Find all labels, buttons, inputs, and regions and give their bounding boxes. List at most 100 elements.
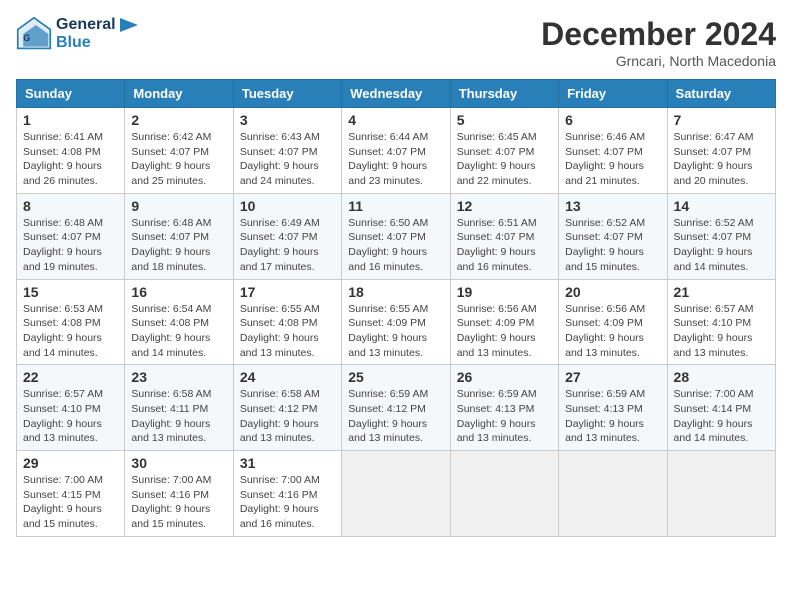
table-row: 20 Sunrise: 6:56 AMSunset: 4:09 PMDaylig… xyxy=(559,279,667,365)
table-row: 15 Sunrise: 6:53 AMSunset: 4:08 PMDaylig… xyxy=(17,279,125,365)
day-number: 11 xyxy=(348,198,443,214)
table-row: 18 Sunrise: 6:55 AMSunset: 4:09 PMDaylig… xyxy=(342,279,450,365)
day-info: Sunrise: 6:46 AMSunset: 4:07 PMDaylight:… xyxy=(565,130,660,189)
day-number: 10 xyxy=(240,198,335,214)
table-row: 11 Sunrise: 6:50 AMSunset: 4:07 PMDaylig… xyxy=(342,193,450,279)
day-number: 16 xyxy=(131,284,226,300)
day-number: 1 xyxy=(23,112,118,128)
day-info: Sunrise: 6:59 AMSunset: 4:13 PMDaylight:… xyxy=(457,387,552,446)
header-saturday: Saturday xyxy=(667,80,775,108)
day-number: 18 xyxy=(348,284,443,300)
header-friday: Friday xyxy=(559,80,667,108)
calendar-week-row: 15 Sunrise: 6:53 AMSunset: 4:08 PMDaylig… xyxy=(17,279,776,365)
table-row: 5 Sunrise: 6:45 AMSunset: 4:07 PMDayligh… xyxy=(450,108,558,194)
day-number: 4 xyxy=(348,112,443,128)
day-info: Sunrise: 7:00 AMSunset: 4:16 PMDaylight:… xyxy=(131,473,226,532)
table-row: 19 Sunrise: 6:56 AMSunset: 4:09 PMDaylig… xyxy=(450,279,558,365)
day-info: Sunrise: 6:45 AMSunset: 4:07 PMDaylight:… xyxy=(457,130,552,189)
day-number: 22 xyxy=(23,369,118,385)
table-row xyxy=(450,451,558,537)
day-info: Sunrise: 6:48 AMSunset: 4:07 PMDaylight:… xyxy=(23,216,118,275)
table-row: 25 Sunrise: 6:59 AMSunset: 4:12 PMDaylig… xyxy=(342,365,450,451)
header-wednesday: Wednesday xyxy=(342,80,450,108)
table-row: 3 Sunrise: 6:43 AMSunset: 4:07 PMDayligh… xyxy=(233,108,341,194)
day-info: Sunrise: 6:52 AMSunset: 4:07 PMDaylight:… xyxy=(565,216,660,275)
day-info: Sunrise: 6:58 AMSunset: 4:12 PMDaylight:… xyxy=(240,387,335,446)
day-number: 12 xyxy=(457,198,552,214)
table-row: 23 Sunrise: 6:58 AMSunset: 4:11 PMDaylig… xyxy=(125,365,233,451)
header-sunday: Sunday xyxy=(17,80,125,108)
day-info: Sunrise: 6:58 AMSunset: 4:11 PMDaylight:… xyxy=(131,387,226,446)
day-number: 13 xyxy=(565,198,660,214)
table-row: 24 Sunrise: 6:58 AMSunset: 4:12 PMDaylig… xyxy=(233,365,341,451)
table-row: 27 Sunrise: 6:59 AMSunset: 4:13 PMDaylig… xyxy=(559,365,667,451)
table-row: 10 Sunrise: 6:49 AMSunset: 4:07 PMDaylig… xyxy=(233,193,341,279)
table-row: 8 Sunrise: 6:48 AMSunset: 4:07 PMDayligh… xyxy=(17,193,125,279)
day-info: Sunrise: 6:55 AMSunset: 4:09 PMDaylight:… xyxy=(348,302,443,361)
day-number: 3 xyxy=(240,112,335,128)
day-number: 7 xyxy=(674,112,769,128)
day-info: Sunrise: 6:42 AMSunset: 4:07 PMDaylight:… xyxy=(131,130,226,189)
header-tuesday: Tuesday xyxy=(233,80,341,108)
svg-text:G: G xyxy=(23,33,30,43)
day-info: Sunrise: 6:55 AMSunset: 4:08 PMDaylight:… xyxy=(240,302,335,361)
calendar-week-row: 22 Sunrise: 6:57 AMSunset: 4:10 PMDaylig… xyxy=(17,365,776,451)
day-number: 31 xyxy=(240,455,335,471)
calendar-table: Sunday Monday Tuesday Wednesday Thursday… xyxy=(16,79,776,537)
day-info: Sunrise: 6:51 AMSunset: 4:07 PMDaylight:… xyxy=(457,216,552,275)
table-row: 14 Sunrise: 6:52 AMSunset: 4:07 PMDaylig… xyxy=(667,193,775,279)
day-info: Sunrise: 6:52 AMSunset: 4:07 PMDaylight:… xyxy=(674,216,769,275)
page-header: G General Blue December 2024 Grncari, No… xyxy=(16,16,776,69)
day-info: Sunrise: 7:00 AMSunset: 4:16 PMDaylight:… xyxy=(240,473,335,532)
day-number: 17 xyxy=(240,284,335,300)
day-info: Sunrise: 6:59 AMSunset: 4:12 PMDaylight:… xyxy=(348,387,443,446)
table-row: 31 Sunrise: 7:00 AMSunset: 4:16 PMDaylig… xyxy=(233,451,341,537)
title-block: December 2024 Grncari, North Macedonia xyxy=(541,16,776,69)
day-info: Sunrise: 6:48 AMSunset: 4:07 PMDaylight:… xyxy=(131,216,226,275)
day-number: 24 xyxy=(240,369,335,385)
flag-icon xyxy=(120,18,138,32)
day-info: Sunrise: 6:44 AMSunset: 4:07 PMDaylight:… xyxy=(348,130,443,189)
day-number: 26 xyxy=(457,369,552,385)
day-info: Sunrise: 6:54 AMSunset: 4:08 PMDaylight:… xyxy=(131,302,226,361)
calendar-week-row: 8 Sunrise: 6:48 AMSunset: 4:07 PMDayligh… xyxy=(17,193,776,279)
table-row: 16 Sunrise: 6:54 AMSunset: 4:08 PMDaylig… xyxy=(125,279,233,365)
day-number: 6 xyxy=(565,112,660,128)
day-number: 25 xyxy=(348,369,443,385)
table-row xyxy=(667,451,775,537)
table-row xyxy=(342,451,450,537)
table-row: 12 Sunrise: 6:51 AMSunset: 4:07 PMDaylig… xyxy=(450,193,558,279)
table-row: 28 Sunrise: 7:00 AMSunset: 4:14 PMDaylig… xyxy=(667,365,775,451)
calendar-week-row: 1 Sunrise: 6:41 AMSunset: 4:08 PMDayligh… xyxy=(17,108,776,194)
header-monday: Monday xyxy=(125,80,233,108)
day-number: 5 xyxy=(457,112,552,128)
table-row: 30 Sunrise: 7:00 AMSunset: 4:16 PMDaylig… xyxy=(125,451,233,537)
day-number: 30 xyxy=(131,455,226,471)
table-row: 17 Sunrise: 6:55 AMSunset: 4:08 PMDaylig… xyxy=(233,279,341,365)
day-info: Sunrise: 6:49 AMSunset: 4:07 PMDaylight:… xyxy=(240,216,335,275)
day-info: Sunrise: 6:57 AMSunset: 4:10 PMDaylight:… xyxy=(674,302,769,361)
logo: G General Blue xyxy=(16,16,138,52)
location: Grncari, North Macedonia xyxy=(541,53,776,69)
day-number: 29 xyxy=(23,455,118,471)
day-info: Sunrise: 6:57 AMSunset: 4:10 PMDaylight:… xyxy=(23,387,118,446)
day-number: 28 xyxy=(674,369,769,385)
table-row: 29 Sunrise: 7:00 AMSunset: 4:15 PMDaylig… xyxy=(17,451,125,537)
day-info: Sunrise: 6:53 AMSunset: 4:08 PMDaylight:… xyxy=(23,302,118,361)
day-number: 20 xyxy=(565,284,660,300)
logo-icon: G xyxy=(16,16,52,52)
table-row: 26 Sunrise: 6:59 AMSunset: 4:13 PMDaylig… xyxy=(450,365,558,451)
day-info: Sunrise: 6:59 AMSunset: 4:13 PMDaylight:… xyxy=(565,387,660,446)
day-number: 27 xyxy=(565,369,660,385)
table-row: 6 Sunrise: 6:46 AMSunset: 4:07 PMDayligh… xyxy=(559,108,667,194)
day-number: 19 xyxy=(457,284,552,300)
day-info: Sunrise: 6:47 AMSunset: 4:07 PMDaylight:… xyxy=(674,130,769,189)
day-info: Sunrise: 7:00 AMSunset: 4:15 PMDaylight:… xyxy=(23,473,118,532)
day-number: 2 xyxy=(131,112,226,128)
table-row: 4 Sunrise: 6:44 AMSunset: 4:07 PMDayligh… xyxy=(342,108,450,194)
month-title: December 2024 xyxy=(541,16,776,53)
table-row: 2 Sunrise: 6:42 AMSunset: 4:07 PMDayligh… xyxy=(125,108,233,194)
table-row: 9 Sunrise: 6:48 AMSunset: 4:07 PMDayligh… xyxy=(125,193,233,279)
day-info: Sunrise: 6:41 AMSunset: 4:08 PMDaylight:… xyxy=(23,130,118,189)
day-info: Sunrise: 7:00 AMSunset: 4:14 PMDaylight:… xyxy=(674,387,769,446)
